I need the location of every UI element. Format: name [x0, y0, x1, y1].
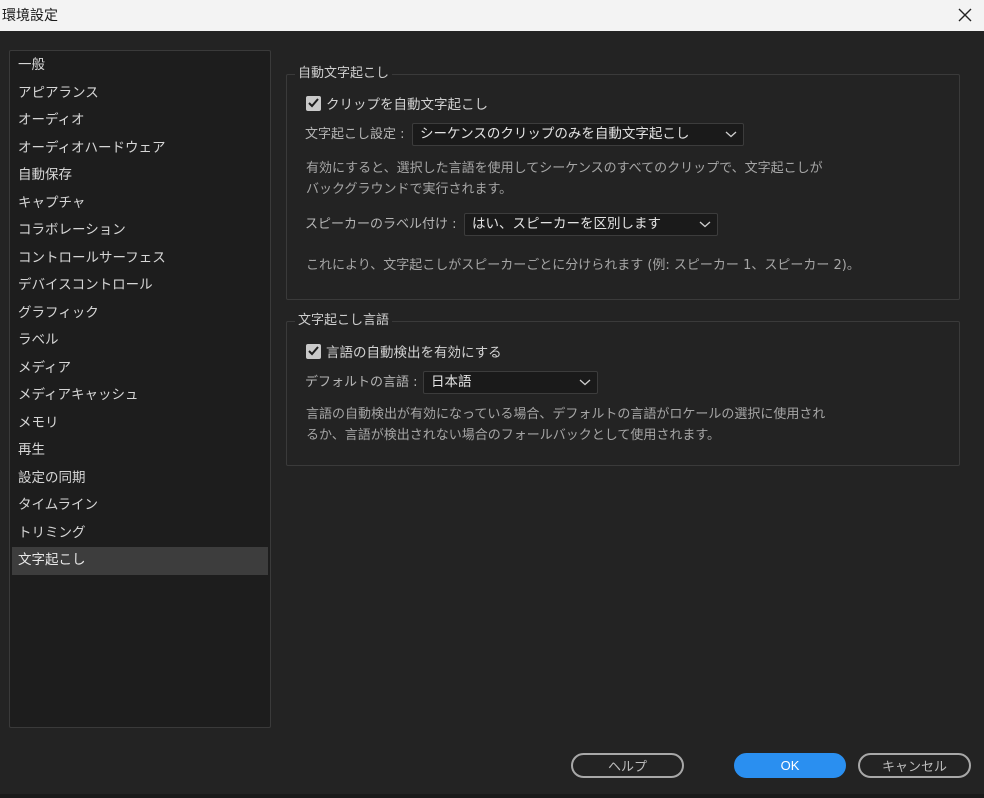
sidebar-item[interactable]: メモリ — [12, 410, 268, 438]
chevron-down-icon — [699, 221, 711, 228]
speaker-labeling-select[interactable]: はい、スピーカーを区別します — [464, 213, 718, 236]
transcribe-setting-label: 文字起こし設定 : — [305, 127, 405, 142]
chevron-down-icon — [579, 379, 591, 386]
transcription-language-group: 文字起こし言語 言語の自動検出を有効にする デフォルトの言語 : 日本語 言語の… — [286, 313, 960, 466]
sidebar-item[interactable]: タイムライン — [12, 492, 268, 520]
checkmark-icon — [308, 346, 319, 356]
auto-transcribe-group: 自動文字起こし クリップを自動文字起こし 文字起こし設定 : シーケンスのクリッ… — [286, 66, 960, 300]
group-title: 文字起こし言語 — [295, 313, 393, 329]
cancel-button[interactable]: キャンセル — [858, 753, 971, 778]
checkbox-label: 言語の自動検出を有効にする — [326, 345, 502, 361]
window-title: 環境設定 — [2, 8, 58, 24]
chevron-down-icon — [725, 131, 737, 138]
speaker-labeling-label: スピーカーのラベル付け : — [305, 217, 457, 232]
group-title: 自動文字起こし — [295, 66, 393, 82]
help-button[interactable]: ヘルプ — [571, 753, 684, 778]
sidebar-item[interactable]: メディア — [12, 355, 268, 383]
preferences-sidebar: 一般 アピアランス オーディオ オーディオハードウェア 自動保存 キャプチャ コラボレーショ… — [9, 50, 271, 728]
select-value: シーケンスのクリップのみを自動文字起こし — [420, 126, 690, 142]
sidebar-item[interactable]: グラフィック — [12, 300, 268, 328]
ok-button[interactable]: OK — [734, 753, 846, 778]
sidebar-item[interactable]: 自動保存 — [12, 162, 268, 190]
sidebar-item[interactable]: アピアランス — [12, 80, 268, 108]
sidebar-item[interactable]: コントロールサーフェス — [12, 245, 268, 273]
checkmark-icon — [308, 98, 319, 108]
sidebar-item[interactable]: ラベル — [12, 327, 268, 355]
close-icon — [958, 8, 972, 22]
select-value: はい、スピーカーを区別します — [472, 216, 661, 232]
default-language-select[interactable]: 日本語 — [423, 371, 598, 394]
sidebar-item[interactable]: 文字起こし — [12, 547, 268, 575]
sidebar-item[interactable]: 設定の同期 — [12, 465, 268, 493]
auto-transcribe-checkbox-row[interactable]: クリップを自動文字起こし — [306, 93, 488, 113]
sidebar-item[interactable]: 再生 — [12, 437, 268, 465]
auto-detect-language-checkbox[interactable] — [306, 343, 321, 359]
close-button[interactable] — [952, 2, 978, 28]
description-line: バックグラウンドで実行されます。 — [306, 182, 513, 197]
sidebar-item[interactable]: メディアキャッシュ — [12, 382, 268, 410]
transcribe-setting-select[interactable]: シーケンスのクリップのみを自動文字起こし — [412, 123, 744, 146]
auto-detect-language-checkbox-row[interactable]: 言語の自動検出を有効にする — [306, 341, 502, 361]
sidebar-item[interactable]: トリミング — [12, 520, 268, 548]
speaker-labeling-description: これにより、文字起こしがスピーカーごとに分けられます (例: スピーカー 1、ス… — [306, 258, 860, 273]
description-line: 有効にすると、選択した言語を使用してシーケンスのすべてのクリップで、文字起こしが — [306, 161, 823, 176]
bottom-edge — [0, 794, 984, 798]
default-language-label: デフォルトの言語 : — [305, 375, 418, 390]
transcribe-setting-description: 有効にすると、選択した言語を使用してシーケンスのすべてのクリップで、文字起こしが… — [306, 158, 823, 200]
auto-transcribe-checkbox[interactable] — [306, 95, 321, 111]
sidebar-item[interactable]: デバイスコントロール — [12, 272, 268, 300]
default-language-description: 言語の自動検出が有効になっている場合、デフォルトの言語がロケールの選択に使用され… — [306, 404, 825, 446]
select-value: 日本語 — [431, 374, 472, 390]
sidebar-item[interactable]: 一般 — [12, 52, 268, 80]
sidebar-item[interactable]: キャプチャ — [12, 190, 268, 218]
sidebar-item[interactable]: オーディオハードウェア — [12, 135, 268, 163]
checkbox-label: クリップを自動文字起こし — [326, 97, 488, 113]
sidebar-item[interactable]: オーディオ — [12, 107, 268, 135]
sidebar-item[interactable]: コラボレーション — [12, 217, 268, 245]
title-bar: 環境設定 — [0, 0, 984, 31]
description-line: るか、言語が検出されない場合のフォールバックとして使用されます。 — [306, 428, 721, 443]
description-line: 言語の自動検出が有効になっている場合、デフォルトの言語がロケールの選択に使用され — [306, 407, 826, 422]
